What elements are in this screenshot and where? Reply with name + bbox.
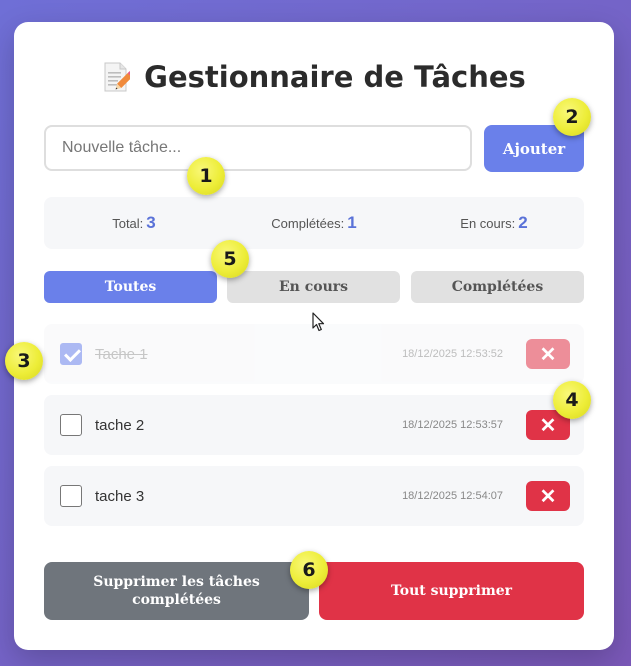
stat-in-progress-value: 2: [518, 213, 528, 232]
task-item: tache 3 18/12/2025 12:54:07 ✕: [44, 466, 584, 526]
stat-total-value: 3: [146, 213, 156, 232]
annotation-badge-6: 6: [290, 551, 328, 589]
new-task-input[interactable]: [44, 125, 472, 171]
stat-total-label: Total:: [112, 215, 144, 231]
task-date: 18/12/2025 12:53:52: [402, 348, 503, 360]
stat-in-progress-label: En cours:: [460, 215, 516, 231]
task-date: 18/12/2025 12:54:07: [402, 490, 503, 502]
filter-all-button[interactable]: Toutes: [44, 271, 217, 303]
stat-completed: Complétées: 1: [224, 197, 404, 249]
clear-completed-button[interactable]: Supprimer les tâches complétées: [44, 562, 309, 620]
clear-all-button[interactable]: Tout supprimer: [319, 562, 584, 620]
annotation-badge-1: 1: [187, 157, 225, 195]
task-checkbox[interactable]: [60, 343, 82, 365]
close-icon: ✕: [539, 415, 557, 437]
filter-in-progress-button[interactable]: En cours: [227, 271, 400, 303]
mouse-pointer-icon: [312, 312, 326, 337]
close-icon: ✕: [539, 344, 557, 366]
memo-icon: [102, 61, 135, 93]
task-text: Tache 1: [95, 345, 148, 363]
task-text: tache 3: [95, 487, 145, 505]
annotation-badge-4: 4: [553, 381, 591, 419]
close-icon: ✕: [539, 486, 557, 508]
delete-task-button[interactable]: ✕: [526, 339, 570, 369]
stat-completed-label: Complétées:: [271, 215, 345, 231]
task-checkbox[interactable]: [60, 485, 82, 507]
stat-completed-value: 1: [347, 213, 357, 232]
task-checkbox[interactable]: [60, 414, 82, 436]
task-text: tache 2: [95, 416, 145, 434]
annotation-badge-5: 5: [211, 240, 249, 278]
annotation-badge-2: 2: [553, 98, 591, 136]
stats-panel: Total: 3 Complétées: 1 En cours: 2: [44, 197, 584, 249]
annotation-badge-3: 3: [5, 342, 43, 380]
filter-completed-button[interactable]: Complétées: [411, 271, 584, 303]
task-date: 18/12/2025 12:53:57: [402, 419, 503, 431]
stat-in-progress: En cours: 2: [404, 197, 584, 249]
page-title: Gestionnaire de Tâches: [144, 60, 526, 94]
delete-task-button[interactable]: ✕: [526, 481, 570, 511]
header: Gestionnaire de Tâches: [14, 60, 614, 94]
stat-total: Total: 3: [44, 197, 224, 249]
task-item: tache 2 18/12/2025 12:53:57 ✕: [44, 395, 584, 455]
